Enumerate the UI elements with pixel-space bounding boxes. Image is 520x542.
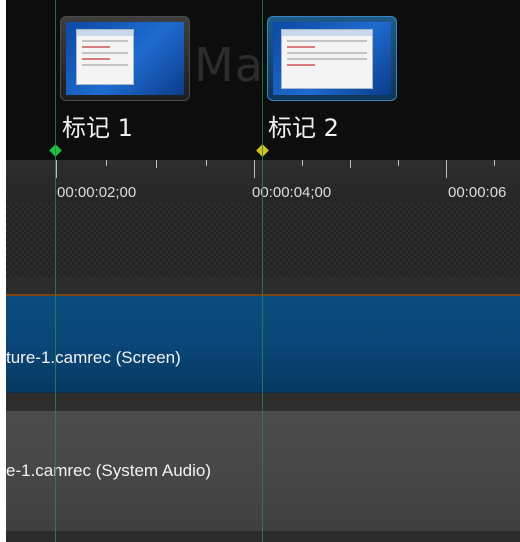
background-title: Ma (194, 38, 264, 92)
marker-1-guide-line (55, 0, 56, 542)
audio-clip-label: e-1.camrec (System Audio) (6, 461, 212, 480)
marker-1-preview-image (66, 22, 184, 95)
system-audio-clip[interactable]: e-1.camrec (System Audio) (6, 411, 520, 531)
marker-strip: Ma 标记 1 标记 2 (6, 0, 520, 160)
empty-track[interactable] (6, 202, 520, 277)
ruler-tick-label: 00:00:04;00 (252, 184, 332, 201)
marker-2-label[interactable]: 标记 2 (268, 108, 339, 143)
track-gap (6, 277, 520, 295)
time-ruler[interactable]: 00:00:02;00 00:00:04;00 00:00:06 (6, 160, 520, 202)
screen-recording-clip[interactable]: ture-1.camrec (Screen) (6, 296, 520, 393)
marker-1-label[interactable]: 标记 1 (62, 108, 133, 143)
track-gap (6, 393, 520, 411)
timeline-editor: Ma 标记 1 标记 2 00:00:02;00 00:00:04;00 00:… (6, 0, 520, 542)
marker-1-thumbnail[interactable] (60, 16, 190, 101)
track-footer (6, 531, 520, 542)
marker-2-preview-image (273, 22, 391, 95)
screen-clip-label: ture-1.camrec (Screen) (6, 348, 181, 367)
marker-2-guide-line (262, 0, 263, 542)
ruler-tick-label: 00:00:06 (448, 184, 507, 201)
marker-2-thumbnail[interactable] (267, 16, 397, 101)
ruler-tick-label: 00:00:02;00 (57, 184, 137, 201)
